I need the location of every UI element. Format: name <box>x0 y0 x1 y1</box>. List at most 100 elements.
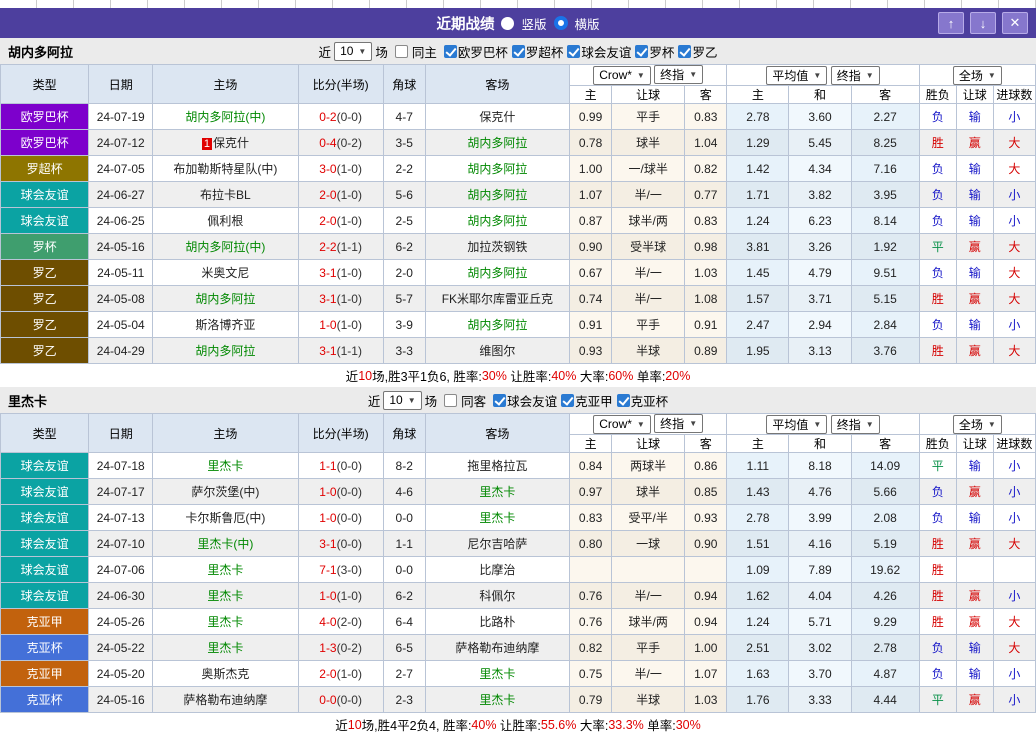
league-checkbox[interactable] <box>512 45 525 58</box>
bookmaker-select[interactable]: Crow*▼ <box>593 66 651 85</box>
away-team-cell: 比路朴 <box>425 609 569 635</box>
full-score: 3-1 <box>319 266 336 280</box>
handicap-cell: 半球 <box>612 687 685 713</box>
average-select[interactable]: 平均值▼ <box>766 66 827 85</box>
period-select[interactable]: 全场▼ <box>953 66 1002 85</box>
col-corner: 角球 <box>383 65 425 104</box>
home-team-name: 米奥文尼 <box>201 266 249 280</box>
avg-home-cell: 1.43 <box>727 479 789 505</box>
league-checkbox[interactable] <box>493 394 506 407</box>
league-checkbox[interactable] <box>635 45 648 58</box>
select-value: 终指 <box>837 416 861 433</box>
home-team-cell: 1保克什 <box>153 130 298 156</box>
corner-cell: 6-4 <box>383 609 425 635</box>
avg-home-cell: 2.47 <box>727 312 789 338</box>
type-cell: 罗乙 <box>1 260 89 286</box>
col-result: 胜负 <box>919 435 956 453</box>
matches-table: 类型 日期 主场 比分(半场) 角球 客场 Crow*▼ 终指▼ 平均值▼ 终指… <box>0 413 1036 713</box>
chevron-down-icon: ▼ <box>689 419 697 428</box>
result-cell: 负 <box>919 156 956 182</box>
avg-draw-cell: 3.71 <box>789 286 851 312</box>
avg-away-cell: 7.16 <box>851 156 919 182</box>
score-cell: 4-0(2-0) <box>298 609 383 635</box>
home-team-cell: 里杰卡 <box>153 609 298 635</box>
league-checkbox[interactable] <box>561 394 574 407</box>
goals-result-cell: 小 <box>993 208 1035 234</box>
same-venue-checkbox[interactable] <box>395 45 408 58</box>
type-cell: 球会友谊 <box>1 208 89 234</box>
league-checkbox[interactable] <box>444 45 457 58</box>
home-odds-cell: 0.80 <box>570 531 612 557</box>
move-up-button[interactable]: ↑ <box>938 12 964 34</box>
away-team-name: 胡内多阿拉 <box>467 318 527 332</box>
goals-result-cell: 小 <box>993 479 1035 505</box>
away-team-name: 保克什 <box>479 110 515 124</box>
close-icon: ✕ <box>1010 15 1021 31</box>
avg-draw-cell: 3.26 <box>789 234 851 260</box>
col-date: 日期 <box>89 414 153 453</box>
half-score: (0-0) <box>337 511 362 525</box>
match-count-select[interactable]: 10 ▼ <box>383 391 421 410</box>
bookmaker-select[interactable]: Crow*▼ <box>593 415 651 434</box>
avg-away-cell: 8.14 <box>851 208 919 234</box>
bookmaker-select-group: Crow*▼ 终指▼ <box>570 414 727 435</box>
clipped-table-edge <box>0 0 1036 8</box>
league-label: 罗乙 <box>692 42 717 61</box>
match-count-select[interactable]: 10 ▼ <box>334 42 372 61</box>
horizontal-layout-radio[interactable] <box>554 16 568 30</box>
avg-away-cell: 5.19 <box>851 531 919 557</box>
same-venue-checkbox[interactable] <box>444 394 457 407</box>
match-row: 罗杯24-05-16胡内多阿拉(中)2-2(1-1)6-2加拉茨钢铁0.90受半… <box>1 234 1036 260</box>
full-score: 0-0 <box>319 693 336 707</box>
home-team-name: 胡内多阿拉(中) <box>185 110 265 124</box>
col-handicap: 让球 <box>612 435 685 453</box>
select-value: 10 <box>340 44 353 58</box>
away-team-cell: 胡内多阿拉 <box>425 260 569 286</box>
half-score: (1-0) <box>337 214 362 228</box>
league-checkbox[interactable] <box>567 45 580 58</box>
corner-cell: 2-0 <box>383 260 425 286</box>
odds-time-select-2[interactable]: 终指▼ <box>831 415 880 434</box>
horizontal-layout-label: 横版 <box>575 14 600 33</box>
avg-away-cell: 2.78 <box>851 635 919 661</box>
filter-near-label: 近 <box>368 391 381 410</box>
home-team-name: 奥斯杰克 <box>201 667 249 681</box>
odds-time-select-1[interactable]: 终指▼ <box>654 65 703 84</box>
away-team-cell: 里杰卡 <box>425 479 569 505</box>
home-team-name: 胡内多阿拉(中) <box>185 240 265 254</box>
league-checkbox[interactable] <box>678 45 691 58</box>
score-cell: 3-0(1-0) <box>298 156 383 182</box>
type-cell: 球会友谊 <box>1 557 89 583</box>
away-odds-cell: 1.00 <box>685 635 727 661</box>
home-odds-cell: 0.67 <box>570 260 612 286</box>
average-select[interactable]: 平均值▼ <box>766 415 827 434</box>
avg-draw-cell: 4.76 <box>789 479 851 505</box>
odds-time-select-2[interactable]: 终指▼ <box>831 66 880 85</box>
home-team-cell: 胡内多阿拉(中) <box>153 104 298 130</box>
avg-draw-cell: 8.18 <box>789 453 851 479</box>
full-score: 2-0 <box>319 667 336 681</box>
move-down-button[interactable]: ↓ <box>970 12 996 34</box>
goals-result-cell: 大 <box>993 156 1035 182</box>
vertical-layout-radio[interactable] <box>501 17 514 30</box>
league-checkbox[interactable] <box>617 394 630 407</box>
goals-result-cell: 小 <box>993 505 1035 531</box>
result-cell: 负 <box>919 208 956 234</box>
col-score: 比分(半场) <box>298 65 383 104</box>
odds-time-select-1[interactable]: 终指▼ <box>654 414 703 433</box>
home-odds-cell: 0.74 <box>570 286 612 312</box>
away-odds-cell: 0.83 <box>685 104 727 130</box>
vertical-layout-label: 竖版 <box>521 14 546 33</box>
match-row: 球会友谊24-07-10里杰卡(中)3-1(0-0)1-1尼尔吉哈萨0.80一球… <box>1 531 1036 557</box>
home-odds-cell: 0.84 <box>570 453 612 479</box>
away-team-name: 科佩尔 <box>479 589 515 603</box>
handicap-cell: 半/一 <box>612 661 685 687</box>
full-score: 3-1 <box>319 292 336 306</box>
handicap-cell: 球半/两 <box>612 208 685 234</box>
period-select[interactable]: 全场▼ <box>953 415 1002 434</box>
away-odds-cell: 0.90 <box>685 531 727 557</box>
date-cell: 24-05-16 <box>89 234 153 260</box>
handicap-cell: 平手 <box>612 104 685 130</box>
full-score: 0-4 <box>319 136 336 150</box>
close-button[interactable]: ✕ <box>1002 12 1028 34</box>
